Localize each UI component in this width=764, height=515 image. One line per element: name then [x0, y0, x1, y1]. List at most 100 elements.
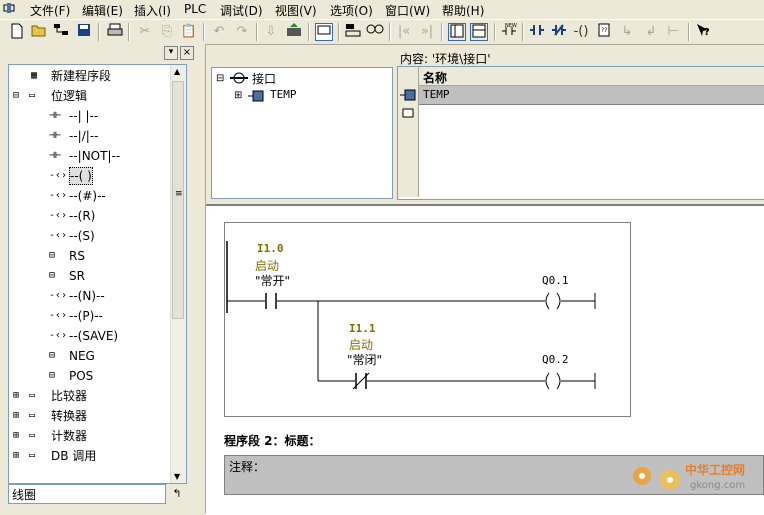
toolbar: ✂ ⎘ 📋 ↶ ↷ ⇩ |« »| NEW -() ?? ↳ ↲ ⊢ ? [0, 19, 764, 45]
contact2-address[interactable]: I1.1 [349, 322, 376, 335]
comparator-folder-icon: ▭ [29, 390, 36, 401]
branch-close-icon[interactable]: ↲ [642, 23, 660, 41]
next-network-icon[interactable]: »| [418, 23, 436, 41]
tree-item[interactable]: ⊞ ▭ 转换器 [9, 406, 171, 426]
return-icon[interactable]: ↰ [168, 485, 186, 503]
copy-icon[interactable]: ⎘ [158, 23, 176, 41]
tree-item-label: --(#)-- [69, 189, 106, 203]
tree-item[interactable]: ⊟ ▭ 位逻辑 [9, 86, 171, 106]
expand-icon[interactable]: ⊞ [13, 406, 19, 426]
tree-item-label: 计数器 [51, 429, 88, 443]
branch-icon[interactable]: ⊢ [664, 23, 682, 41]
tree-item[interactable]: ⊟ RS [9, 246, 171, 266]
network-2-title[interactable]: 程序段 2：标题： [224, 432, 321, 449]
glasses-icon[interactable] [366, 23, 384, 41]
menu-help[interactable]: 帮助(H) [442, 2, 484, 19]
save-icon[interactable] [75, 23, 93, 41]
tree-item[interactable]: ⊟ POS [9, 366, 171, 386]
row-header-column [398, 67, 419, 197]
redo-icon[interactable]: ↷ [233, 23, 251, 41]
coil2-address[interactable]: Q0.2 [542, 353, 569, 366]
details-toggle-icon[interactable] [470, 23, 488, 41]
tree-item[interactable]: ⊞ ▭ 计数器 [9, 426, 171, 446]
online-icon[interactable] [315, 23, 333, 41]
menu-plc[interactable]: PLC [184, 2, 206, 16]
menu-window[interactable]: 窗口(W) [385, 2, 430, 19]
expand-icon[interactable]: ⊞ [13, 386, 19, 406]
paste-icon[interactable]: 📋 [180, 23, 198, 41]
overview-toggle-icon[interactable] [448, 23, 466, 41]
tree-item-label: 位逻辑 [51, 89, 88, 103]
tree-item[interactable]: ⊟ SR [9, 266, 171, 286]
app-icon[interactable] [3, 2, 17, 17]
tree-item[interactable]: ⊣⊢ --| |-- [9, 106, 171, 126]
tree-scrollbar[interactable]: ▲ ≡ ▼ [170, 65, 186, 483]
tree-item[interactable]: ⊞ ▭ DB 调用 [9, 446, 171, 466]
coil-icon: -‹› [49, 190, 68, 201]
cut-icon[interactable]: ✂ [136, 23, 154, 41]
new-row-icon[interactable] [401, 107, 415, 122]
new-network-icon: ▦ [31, 70, 38, 81]
tree-item[interactable]: -‹› --(S) [9, 226, 171, 246]
close-icon[interactable]: × [180, 46, 194, 60]
network-icon[interactable] [52, 23, 70, 41]
column-name-header[interactable]: 名称 [423, 69, 447, 86]
interface-tree: ⊟ 接口 ⊞ TEMP [211, 67, 393, 199]
download-icon[interactable]: ⇩ [262, 23, 280, 41]
tree-item-label: NEG [69, 349, 95, 363]
tree-item-label: --(P)-- [69, 309, 103, 323]
tree-item[interactable]: ⊟ NEG [9, 346, 171, 366]
scroll-thumb[interactable]: ≡ [172, 81, 184, 319]
contact-nc-icon[interactable] [550, 23, 568, 41]
contact-no-icon[interactable] [528, 23, 546, 41]
tree-item[interactable]: ⊣⊢ --|NOT|-- [9, 146, 171, 166]
menu-file[interactable]: 文件(F) [30, 2, 70, 19]
print-icon[interactable] [106, 23, 124, 41]
dropdown-icon[interactable]: ▾ [164, 46, 178, 60]
tree-item[interactable]: -‹› --(N)-- [9, 286, 171, 306]
interface-temp-label[interactable]: TEMP [270, 88, 297, 101]
tree-item[interactable]: -‹› --(P)-- [9, 306, 171, 326]
counter-folder-icon: ▭ [29, 430, 36, 441]
open-icon[interactable] [30, 23, 48, 41]
box-tb-icon[interactable]: ?? [595, 23, 613, 41]
box-icon: ⊟ [49, 250, 56, 261]
monitor-icon[interactable] [344, 23, 362, 41]
menu-debug[interactable]: 调试(D) [220, 2, 263, 19]
tree-item-label: 比较器 [51, 389, 88, 403]
contact2-comment[interactable]: "常闭" [347, 351, 382, 368]
menu-view[interactable]: 视图(V) [275, 2, 317, 19]
table-row[interactable]: TEMP [419, 86, 764, 105]
tree-item[interactable]: ⊣⊢ --|/|-- [9, 126, 171, 146]
expand-icon[interactable]: ⊞ [13, 426, 19, 446]
menu-edit[interactable]: 编辑(E) [82, 2, 123, 19]
expand-icon[interactable]: ⊞ [13, 446, 19, 466]
help-icon[interactable]: ? [694, 23, 712, 41]
new-network-icon[interactable]: NEW [500, 23, 518, 41]
tree-item[interactable]: ⊞ ▭ 比较器 [9, 386, 171, 406]
tree-item[interactable]: -‹› --(#)-- [9, 186, 171, 206]
upload-icon[interactable] [285, 23, 303, 41]
collapse-icon[interactable]: ⊟ [13, 86, 19, 106]
tree-item[interactable]: -‹› --(SAVE) [9, 326, 171, 346]
tree-item[interactable]: ▦ 新建程序段 [9, 66, 171, 86]
gkong-watermark-logo: 中华工控网 gkong.com [630, 458, 760, 494]
contact1-comment[interactable]: "常开" [255, 272, 290, 289]
branch-open-icon[interactable]: ↳ [618, 23, 636, 41]
new-icon[interactable] [8, 23, 26, 41]
contact1-address[interactable]: I1.0 [257, 242, 284, 255]
prev-network-icon[interactable]: |« [395, 23, 413, 41]
expand-icon[interactable]: ⊞ [234, 90, 242, 101]
db-folder-icon: ▭ [29, 450, 36, 461]
tree-item[interactable]: -‹› --( ) [9, 166, 171, 186]
menu-options[interactable]: 选项(O) [330, 2, 373, 19]
undo-icon[interactable]: ↶ [210, 23, 228, 41]
tree-item[interactable]: -‹› --(R) [9, 206, 171, 226]
coil1-address[interactable]: Q0.1 [542, 274, 569, 287]
collapse-icon[interactable]: ⊟ [216, 73, 224, 84]
interface-root-label[interactable]: 接口 [252, 70, 276, 87]
coil-tb-icon[interactable]: -() [572, 23, 590, 41]
menu-insert[interactable]: 插入(I) [134, 2, 171, 19]
contact-icon: ⊣⊢ [49, 130, 62, 141]
tree-item-label: --|NOT|-- [69, 149, 121, 163]
